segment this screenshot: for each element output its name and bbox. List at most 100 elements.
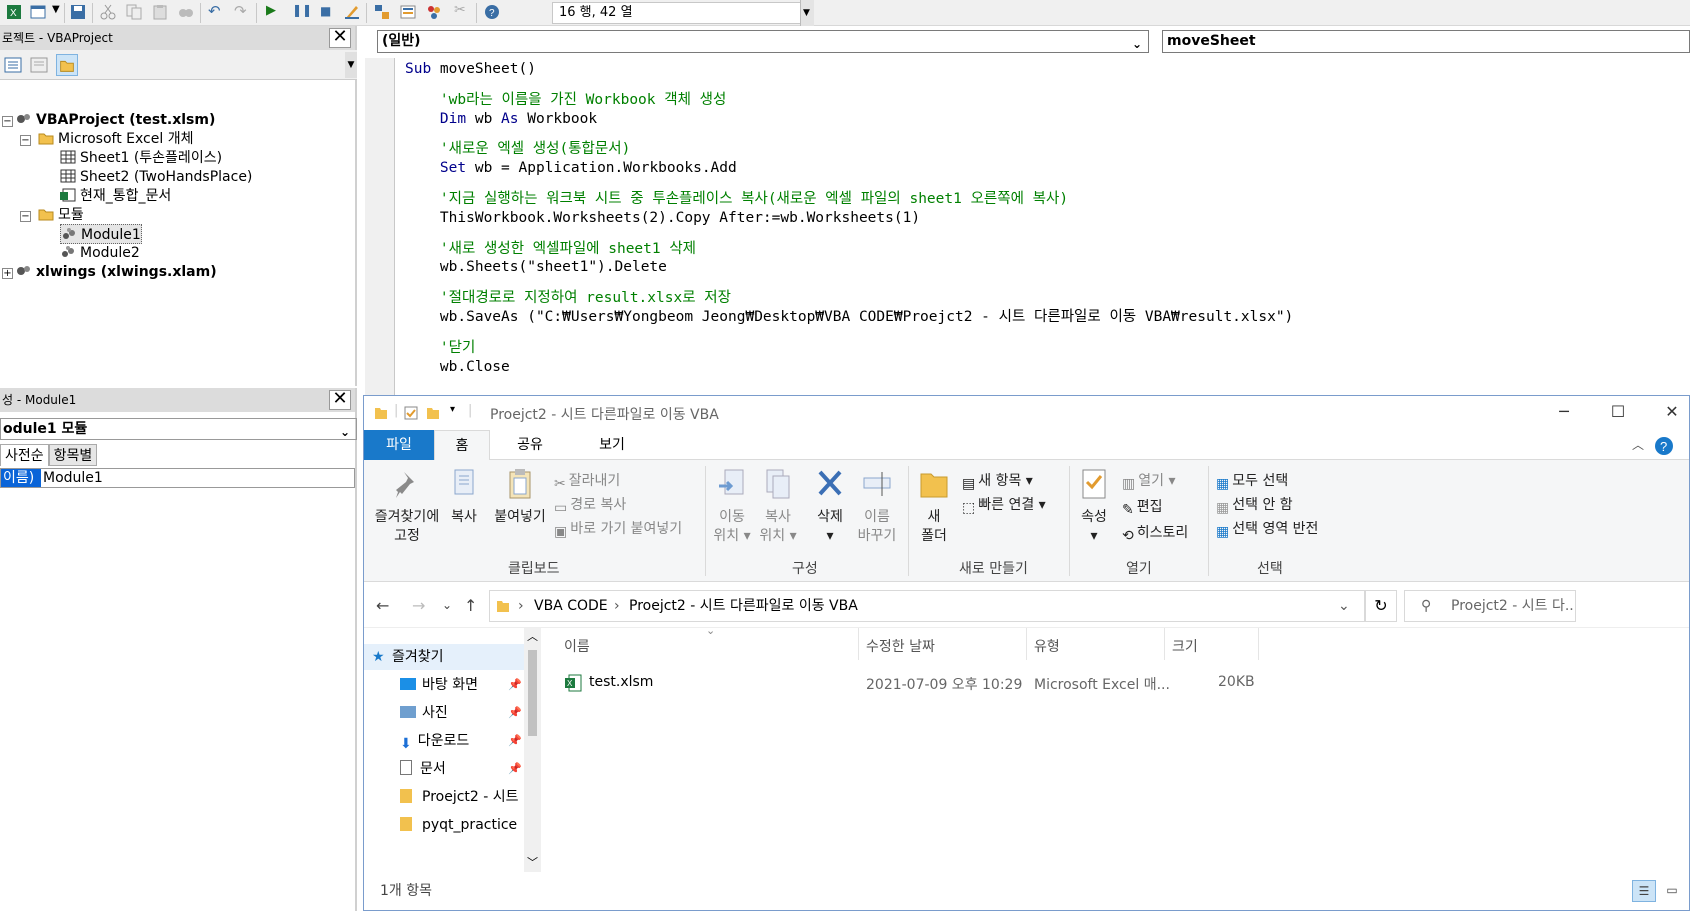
object-browser-icon[interactable] (426, 4, 442, 20)
navigation-scrollbar[interactable]: ︿ ﹀ (524, 628, 541, 872)
tree-collapse-toggle[interactable]: − (20, 211, 31, 222)
tree-item-sheet1[interactable]: Sheet1 (투손플레이스) (60, 148, 222, 168)
column-header-modified[interactable]: 수정한 날짜 (866, 636, 935, 656)
tree-item-thisworkbook[interactable]: 현재_통합_문서 (60, 186, 171, 206)
code-line[interactable]: Sub moveSheet() (405, 60, 536, 78)
nav-item-favorites[interactable]: ★ 즐겨찾기 (364, 644, 524, 670)
tree-item-vbaproject[interactable]: VBAProject (test.xlsm) (16, 110, 215, 130)
code-line[interactable]: ThisWorkbook.Worksheets(2).Copy After:=w… (405, 209, 920, 227)
tab-home[interactable]: 홈 (434, 430, 490, 460)
new-folder-button[interactable]: 새 폴더 (916, 468, 952, 546)
toolbar-overflow-button[interactable]: ▼ (800, 0, 814, 26)
procedure-combo[interactable]: moveSheet (1162, 30, 1690, 53)
tab-categorized[interactable]: 항목별 (48, 444, 98, 466)
history-button[interactable]: ⟲ 히스토리 (1122, 522, 1188, 544)
address-box[interactable]: › VBA CODE › Proejct2 - 시트 다른파일로 이동 VBA … (489, 590, 1365, 622)
move-to-button[interactable]: 이동 위치 ▾ (710, 468, 754, 546)
find-icon[interactable] (178, 4, 194, 20)
dropdown-icon[interactable]: ▼ (52, 4, 60, 15)
properties-button[interactable]: 속성 ▾ (1074, 468, 1114, 546)
toggle-folders-icon[interactable] (56, 54, 78, 76)
save-icon[interactable] (70, 4, 86, 20)
select-none-button[interactable]: ▦ 선택 안 함 (1216, 494, 1293, 516)
properties-icon[interactable] (400, 4, 416, 20)
edit-button[interactable]: ✎ 편집 (1122, 496, 1163, 518)
copy-to-button[interactable]: 복사 위치 ▾ (756, 468, 800, 546)
code-line[interactable]: Dim wb As Workbook (405, 110, 597, 128)
nav-item-pictures[interactable]: 사진 (400, 700, 448, 726)
tree-item-modules-folder[interactable]: 모듈 (38, 205, 84, 225)
property-value[interactable]: Module1 (41, 470, 103, 486)
nav-item-proejct2[interactable]: Proejct2 - 시트 I (400, 784, 527, 810)
code-line[interactable]: wb.SaveAs ("C:₩Users₩Yongbeom Jeong₩Desk… (405, 308, 1293, 326)
breadcrumb-vba-code[interactable]: VBA CODE (534, 591, 608, 621)
tree-item-module2[interactable]: Module2 (60, 243, 140, 263)
reset-icon[interactable]: ■ (320, 4, 331, 18)
refresh-button[interactable]: ↻ (1365, 590, 1397, 622)
column-header-type[interactable]: 유형 (1034, 636, 1060, 656)
undo-icon[interactable]: ↶ (208, 2, 221, 20)
view-code-icon[interactable] (2, 54, 24, 76)
address-history-dropdown[interactable]: ⌄ (1338, 591, 1350, 621)
back-button[interactable]: ← (376, 596, 389, 615)
design-mode-icon[interactable] (344, 4, 360, 20)
quick-access-dropdown-icon[interactable]: ▾ (450, 404, 455, 415)
paste-shortcut-button[interactable]: ▣ 바로 가기 붙여넣기 (554, 518, 682, 540)
forward-button[interactable]: → (412, 596, 425, 615)
delete-button[interactable]: 삭제 ▾ (810, 468, 850, 546)
new-item-button[interactable]: ▤ 새 항목 ▾ (962, 470, 1033, 492)
tree-item-excel-objects[interactable]: Microsoft Excel 개체 (38, 129, 193, 149)
scroll-down-icon[interactable]: ﹀ (527, 854, 538, 870)
code-line[interactable]: Set wb = Application.Workbooks.Add (405, 159, 737, 177)
code-line[interactable]: 'wb라는 이름을 가진 Workbook 객체 생성 (405, 91, 726, 109)
close-icon[interactable]: ✕ (329, 390, 351, 410)
breadcrumb-current-folder[interactable]: Proejct2 - 시트 다른파일로 이동 VBA (629, 591, 858, 621)
details-view-button[interactable]: ☰ (1632, 880, 1656, 902)
insert-userform-icon[interactable] (30, 4, 46, 20)
paste-icon[interactable] (152, 4, 168, 20)
redo-icon[interactable]: ↷ (234, 2, 247, 20)
properties-check-icon[interactable] (404, 406, 418, 420)
recent-locations-button[interactable]: ⌄ (442, 598, 452, 612)
tree-collapse-toggle[interactable]: − (2, 116, 13, 127)
minimize-button[interactable]: ─ (1544, 402, 1584, 424)
tree-item-module1[interactable]: Module1 (60, 224, 142, 244)
code-line[interactable]: '새로 생성한 엑셀파일에 sheet1 삭제 (405, 240, 696, 258)
copy-icon[interactable] (126, 4, 142, 20)
close-button[interactable]: ✕ (1652, 402, 1690, 424)
tab-view[interactable]: 보기 (570, 430, 654, 460)
open-button[interactable]: ▥ 열기 ▾ (1122, 470, 1175, 492)
code-line[interactable]: wb.Close (405, 358, 510, 376)
rename-button[interactable]: 이름 바꾸기 (854, 468, 900, 546)
scrollbar-thumb[interactable] (528, 650, 537, 736)
copy-button[interactable]: 복사 (444, 468, 484, 527)
nav-item-documents[interactable]: 문서 (400, 756, 446, 782)
easy-access-button[interactable]: ⬚ 빠른 연결 ▾ (962, 494, 1046, 516)
maximize-button[interactable]: ☐ (1598, 402, 1638, 424)
project-toolbar-overflow[interactable]: ▼ (345, 52, 357, 78)
cut-icon[interactable] (100, 4, 116, 20)
invert-selection-button[interactable]: ▦ 선택 영역 반전 (1216, 518, 1318, 540)
nav-item-downloads[interactable]: ⬇ 다운로드 (400, 728, 469, 754)
property-row-name[interactable]: 이름) Module1 (0, 468, 355, 488)
search-input[interactable]: ⚲ Proejct2 - 시트 다... (1404, 590, 1576, 622)
large-icons-view-button[interactable]: ▭ (1660, 880, 1684, 902)
code-line[interactable]: wb.Sheets("sheet1").Delete (405, 258, 667, 276)
pin-to-quick-access-button[interactable]: 즐겨찾기에 고정 (370, 468, 444, 546)
paste-button[interactable]: 붙여넣기 (490, 468, 550, 527)
up-button[interactable]: ↑ (464, 596, 477, 615)
object-selector[interactable]: odule1 모듈 ⌄ (0, 418, 357, 440)
column-header-name[interactable]: 이름 (564, 636, 590, 656)
code-line[interactable]: '절대경로로 지정하여 result.xlsx로 저장 (405, 289, 731, 307)
help-icon[interactable]: ? (1654, 436, 1674, 456)
tab-alphabetic[interactable]: 사전순 (0, 444, 49, 466)
tree-item-xlwings[interactable]: xlwings (xlwings.xlam) (16, 262, 217, 282)
run-icon[interactable]: ▶ (266, 3, 276, 18)
excel-icon[interactable]: X (6, 4, 22, 20)
toolbox-icon[interactable]: ✂ (454, 2, 466, 18)
collapse-ribbon-icon[interactable]: ︿ (1632, 436, 1644, 453)
object-combo[interactable]: (일반) ⌄ (377, 30, 1149, 53)
tree-expand-toggle[interactable]: + (2, 268, 13, 279)
tab-share[interactable]: 공유 (490, 430, 570, 460)
nav-item-desktop[interactable]: 바탕 화면 (400, 672, 478, 698)
